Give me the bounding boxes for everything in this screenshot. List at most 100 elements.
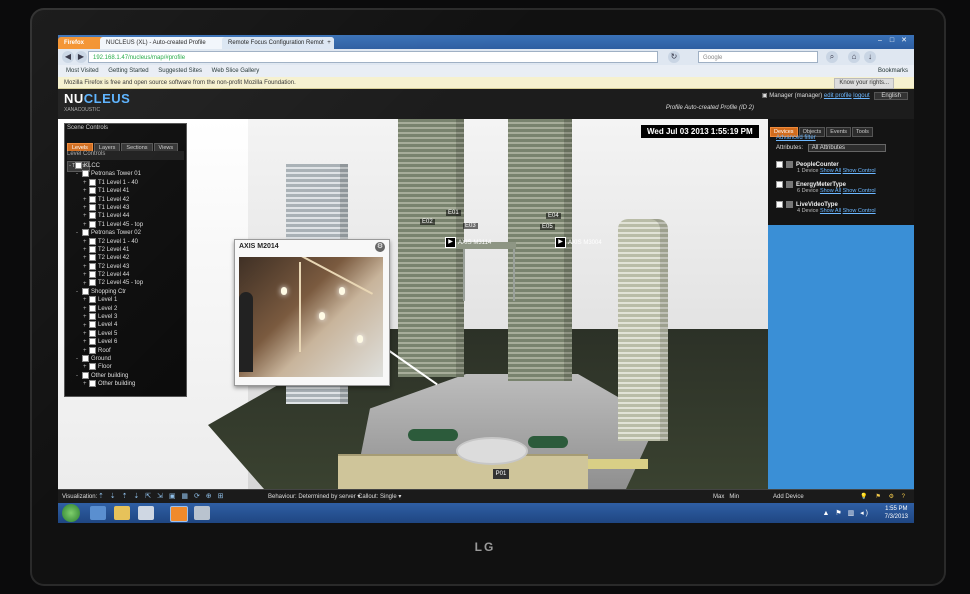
show-all-link[interactable]: Show All [820, 168, 841, 174]
device-checkbox[interactable] [776, 161, 783, 168]
tree-item[interactable]: + Floor [69, 363, 184, 371]
petronas-tower-2[interactable] [508, 119, 572, 381]
tree-item[interactable]: + Level 2 [69, 304, 184, 313]
level-checkbox[interactable] [89, 187, 96, 195]
level-checkbox[interactable] [89, 304, 96, 312]
download-icon[interactable]: ↓ [864, 51, 876, 63]
tree-item[interactable]: + Level 1 [69, 296, 184, 304]
device-checkbox[interactable] [776, 201, 783, 208]
level-checkbox[interactable] [89, 380, 96, 388]
bookmark-getting-started[interactable]: Getting Started [108, 68, 148, 74]
gear-icon[interactable]: ⚙ [375, 242, 385, 252]
show-all-link[interactable]: Show All [820, 188, 841, 194]
search-icon[interactable]: ⌕ [826, 51, 838, 63]
level-checkbox[interactable] [89, 262, 96, 270]
search-input[interactable]: Google [698, 51, 818, 63]
logout-link[interactable]: logout [853, 93, 869, 99]
home-icon[interactable]: ⌂ [848, 51, 860, 63]
explorer-icon[interactable] [114, 506, 130, 520]
max-button[interactable]: Max [713, 494, 724, 500]
tree-item[interactable]: + T1 Level 43 [69, 203, 184, 212]
marker-e04[interactable]: E04 [546, 213, 561, 219]
maximize-icon[interactable]: □ [886, 37, 898, 44]
app-icon[interactable] [138, 506, 154, 520]
start-button[interactable] [62, 504, 80, 522]
marker-e05[interactable]: E05 [540, 224, 555, 230]
visualization-icons[interactable]: ⇡ ⇣ ⇡ ⇣ ⇱ ⇲ ▣ ▦ ⟳ ⊕ ⊞ [98, 493, 225, 501]
camera-video-feed[interactable] [239, 257, 383, 377]
firefox-icon[interactable] [170, 506, 188, 522]
level-checkbox[interactable] [89, 195, 96, 203]
clock[interactable]: 1:55 PM 7/3/2013 [885, 505, 908, 521]
tree-item[interactable]: + T1 Level 44 [69, 212, 184, 220]
tree-item[interactable]: - Ground [69, 354, 184, 363]
level-checkbox[interactable] [89, 346, 96, 354]
show-control-link[interactable]: Show Control [843, 188, 876, 194]
tree-item[interactable]: - Petronas Tower 01 [69, 170, 184, 178]
level-checkbox[interactable] [89, 254, 96, 262]
tree-item[interactable]: + T2 Level 43 [69, 262, 184, 271]
behaviour-select[interactable]: Behaviour: Determined by server ▾ [268, 490, 360, 504]
tree-item[interactable]: + T2 Level 44 [69, 271, 184, 279]
level-checkbox[interactable] [89, 321, 96, 329]
new-tab-button[interactable]: + [324, 37, 334, 49]
level-checkbox[interactable] [82, 229, 89, 237]
tree-item[interactable]: - Shopping Ctr [69, 287, 184, 296]
marker-e03[interactable]: E03 [463, 223, 478, 229]
tree-item[interactable]: + Level 6 [69, 338, 184, 346]
camera-marker[interactable]: ▶ AXIS M3004 [555, 237, 602, 248]
building-right[interactable] [618, 219, 668, 441]
show-control-link[interactable]: Show Control [843, 208, 876, 214]
tree-item[interactable]: + T2 Level 1 - 40 [69, 237, 184, 246]
level-checkbox[interactable] [82, 170, 89, 178]
tab-nucleus[interactable]: NUCLEUS (XL) - Auto-created Profile [100, 37, 232, 49]
tree-item[interactable]: - Other building [69, 371, 184, 380]
forward-arrow-icon[interactable]: ▶ [75, 51, 87, 63]
level-checkbox[interactable] [89, 296, 96, 304]
add-device-button[interactable]: Add Device [773, 490, 804, 504]
tab-remote-focus[interactable]: Remote Focus Configuration Remote... [222, 37, 334, 49]
device-checkbox[interactable] [776, 181, 783, 188]
level-checkbox[interactable] [82, 354, 89, 362]
level-checkbox[interactable] [89, 245, 96, 253]
tab-events[interactable]: Events [826, 127, 852, 137]
level-checkbox[interactable] [89, 329, 96, 337]
callout-select[interactable]: Callout: Single ▾ [358, 490, 401, 504]
ie-icon[interactable] [90, 506, 106, 520]
advanced-filter-link[interactable]: Advanced filter [776, 135, 816, 141]
petronas-tower-1[interactable] [398, 119, 464, 377]
level-checkbox[interactable] [82, 371, 89, 379]
tree-item[interactable]: + Roof [69, 346, 184, 355]
network-icon[interactable] [194, 506, 210, 520]
level-checkbox[interactable] [89, 313, 96, 321]
show-control-link[interactable]: Show Control [843, 168, 876, 174]
min-button[interactable]: Min [729, 494, 739, 500]
marker-e02[interactable]: E02 [420, 219, 435, 225]
level-checkbox[interactable] [89, 363, 96, 371]
close-icon[interactable]: ✕ [898, 36, 910, 44]
tree-item[interactable]: + T1 Level 42 [69, 195, 184, 204]
level-checkbox[interactable] [89, 203, 96, 211]
level-checkbox[interactable] [75, 162, 82, 169]
tree-item[interactable]: + T2 Level 41 [69, 245, 184, 254]
camera-popup[interactable]: AXIS M2014 ⚙ [234, 239, 390, 386]
level-checkbox[interactable] [89, 220, 96, 228]
level-checkbox[interactable] [89, 212, 96, 220]
attributes-select[interactable]: All Attributes [807, 144, 886, 152]
tree-item[interactable]: + T2 Level 45 - top [69, 279, 184, 287]
bookmarks-menu[interactable]: Bookmarks [878, 65, 908, 77]
tree-item[interactable]: - KLCC [69, 162, 184, 170]
know-rights-button[interactable]: Know your rights... [834, 78, 894, 89]
bookmark-web-slice[interactable]: Web Slice Gallery [212, 68, 260, 74]
tree-item[interactable]: + T1 Level 41 [69, 187, 184, 195]
language-select[interactable]: English [874, 92, 908, 100]
url-input[interactable]: 192.168.1.47/nucleus/map/#profile [88, 51, 658, 63]
level-checkbox[interactable] [82, 287, 89, 295]
level-checkbox[interactable] [89, 338, 96, 346]
bookmark-most-visited[interactable]: Most Visited [66, 68, 99, 74]
level-checkbox[interactable] [89, 237, 96, 245]
show-all-link[interactable]: Show All [820, 208, 841, 214]
back-arrow-icon[interactable]: ◀ [62, 51, 74, 63]
tree-item[interactable]: + Level 4 [69, 321, 184, 329]
marker-p01[interactable]: P01 [493, 469, 509, 479]
